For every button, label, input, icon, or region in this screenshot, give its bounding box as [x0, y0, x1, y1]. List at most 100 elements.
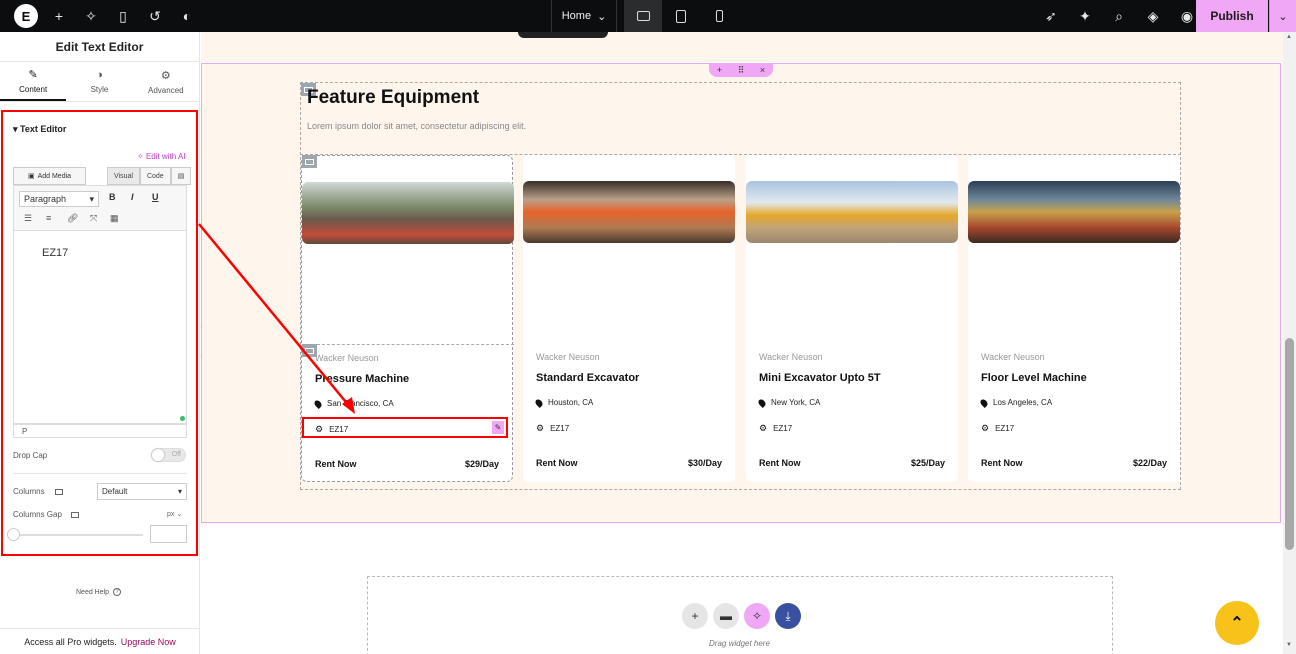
page-settings-icon[interactable]: ▯	[108, 0, 138, 32]
ai-sparkle-icon: ✧	[137, 152, 144, 161]
unit-select[interactable]: px ⌄	[167, 510, 182, 518]
rocket-icon[interactable]: ➶	[1036, 0, 1066, 32]
rent-now-link[interactable]: Rent Now	[536, 458, 578, 468]
site-settings-icon[interactable]: ◐	[172, 0, 202, 32]
gear-icon: ⚙	[759, 423, 768, 433]
gear-icon: ⚙	[160, 69, 171, 82]
publish-options-chevron-icon[interactable]: ⌄	[1269, 0, 1296, 32]
card-code: ⚙ EZ17	[981, 423, 1015, 433]
tab-code[interactable]: Code	[139, 167, 171, 185]
fullscreen-icon[interactable]: ⤧	[90, 213, 97, 224]
divider	[302, 344, 514, 345]
editor-panel: Edit Text Editor ✎ Content ◑ Style ⚙ Adv…	[0, 32, 200, 654]
page-selector[interactable]: Home ⌄	[551, 0, 617, 32]
widget-edit-tag-icon[interactable]	[302, 155, 317, 168]
elementor-logo-icon[interactable]: E	[14, 4, 38, 28]
card-price: $22/Day	[1132, 458, 1167, 468]
numbered-list-icon[interactable]: ≡	[46, 213, 51, 223]
desktop-icon	[636, 11, 650, 21]
pencil-icon: ✎	[28, 68, 38, 81]
scroll-to-top-button[interactable]: ⌃	[1215, 601, 1259, 645]
layers-icon[interactable]: ◈	[1138, 0, 1168, 32]
columns-select[interactable]: Default ▾	[97, 483, 187, 500]
add-media-button[interactable]: ▣ Add Media	[13, 167, 86, 185]
double-chevron-up-icon: ⌃	[1230, 615, 1244, 632]
rent-now-link[interactable]: Rent Now	[981, 458, 1023, 468]
close-icon[interactable]: ×	[760, 65, 765, 75]
responsive-desktop-icon[interactable]	[71, 512, 79, 518]
equipment-card[interactable]: Wacker Neuson Floor Level Machine Los An…	[968, 155, 1180, 482]
drop-cap-toggle[interactable]: Off	[151, 448, 186, 462]
divider	[13, 473, 187, 474]
toolbar-more-icon[interactable]: ▦	[110, 213, 119, 224]
edit-with-ai-link[interactable]: ✧ Edit with AI	[137, 152, 186, 161]
search-icon[interactable]: ⌕	[1104, 0, 1134, 32]
equipment-image	[968, 181, 1180, 243]
columns-gap-slider-handle[interactable]	[7, 528, 20, 541]
import-button[interactable]: ⤓	[775, 603, 801, 629]
history-icon[interactable]: ↺	[140, 0, 170, 32]
chevron-down-icon: ▾	[177, 487, 182, 496]
vertical-scrollbar[interactable]: ▲ ▼	[1283, 32, 1296, 654]
columns-label: Columns	[13, 487, 45, 496]
add-element-icon[interactable]: +	[44, 0, 74, 32]
section-subheading[interactable]: Lorem ipsum dolor sit amet, consectetur …	[307, 121, 526, 131]
tablet-view-button[interactable]	[662, 0, 700, 32]
scrollbar-thumb[interactable]	[1285, 338, 1294, 550]
section-handle[interactable]: + ⠿ ×	[709, 63, 773, 77]
need-help-link[interactable]: Need Help ?	[76, 588, 122, 596]
equipment-card[interactable]: Wacker Neuson Standard Excavator Houston…	[523, 155, 735, 482]
link-icon[interactable]: 🔗︎	[67, 213, 78, 224]
tablet-icon	[676, 9, 686, 23]
scroll-down-icon[interactable]: ▼	[1286, 642, 1292, 648]
folder-icon: ▬	[720, 609, 732, 623]
equipment-card[interactable]: Wacker Neuson Mini Excavator Upto 5T New…	[746, 155, 958, 482]
edit-pencil-icon[interactable]: ✎	[492, 421, 504, 434]
widget-edit-tag-icon[interactable]	[302, 344, 317, 357]
rent-now-link[interactable]: Rent Now	[315, 459, 357, 469]
columns-gap-input[interactable]	[150, 525, 187, 543]
columns-gap-slider-track[interactable]	[13, 534, 143, 536]
responsive-desktop-icon[interactable]	[55, 489, 63, 495]
tab-style[interactable]: ◑ Style	[66, 62, 132, 101]
tab-advanced[interactable]: ⚙ Advanced	[133, 62, 199, 101]
text-editor-area[interactable]: EZ17	[13, 231, 187, 424]
selected-text-widget[interactable]: ✎	[302, 417, 508, 438]
upgrade-banner: Access all Pro widgets. Upgrade Now	[0, 628, 200, 654]
italic-button[interactable]: I	[131, 192, 134, 202]
ai-sparkle-icon[interactable]: ✦	[1070, 0, 1100, 32]
editor-content[interactable]: EZ17	[42, 247, 68, 259]
card-price: $30/Day	[687, 458, 722, 468]
tab-visual[interactable]: Visual	[107, 167, 140, 185]
ai-generate-button[interactable]: ✧	[744, 603, 770, 629]
location-pin-icon	[534, 397, 544, 408]
card-location: Houston, CA	[534, 397, 593, 408]
upgrade-now-link[interactable]: Upgrade Now	[121, 637, 176, 647]
rent-now-link[interactable]: Rent Now	[759, 458, 801, 468]
card-location: Los Angeles, CA	[979, 397, 1052, 408]
sparkle-icon[interactable]: ✧	[76, 0, 106, 32]
bold-button[interactable]: B	[109, 192, 116, 202]
mobile-view-button[interactable]	[700, 0, 738, 32]
scroll-up-icon[interactable]: ▲	[1286, 34, 1292, 40]
publish-button[interactable]: Publish	[1196, 0, 1268, 32]
add-icon[interactable]: +	[717, 65, 722, 75]
bullet-list-icon[interactable]: ☰	[24, 213, 32, 224]
help-icon: ?	[113, 588, 122, 596]
section-toggle-text-editor[interactable]: ▾ Text Editor	[13, 124, 66, 135]
desktop-view-button[interactable]	[624, 0, 662, 32]
preview-canvas: + ⠿ × Feature Equipment Lorem ipsum dolo…	[201, 32, 1283, 654]
card-title: Standard Excavator	[536, 372, 640, 384]
drag-handle-icon[interactable]: ⠿	[738, 65, 745, 76]
card-price: $25/Day	[910, 458, 945, 468]
underline-button[interactable]: U	[152, 192, 159, 202]
toolbar-toggle-icon[interactable]: ▤	[170, 167, 192, 185]
location-pin-icon	[313, 398, 323, 409]
drop-cap-label: Drop Cap	[13, 451, 48, 460]
format-select[interactable]: Paragraph ▾	[19, 191, 99, 207]
download-icon: ⤓	[785, 608, 791, 623]
add-section-button[interactable]: +	[682, 603, 708, 629]
templates-folder-button[interactable]: ▬	[713, 603, 739, 629]
tab-content[interactable]: ✎ Content	[0, 62, 67, 101]
section-heading[interactable]: Feature Equipment	[307, 87, 479, 109]
